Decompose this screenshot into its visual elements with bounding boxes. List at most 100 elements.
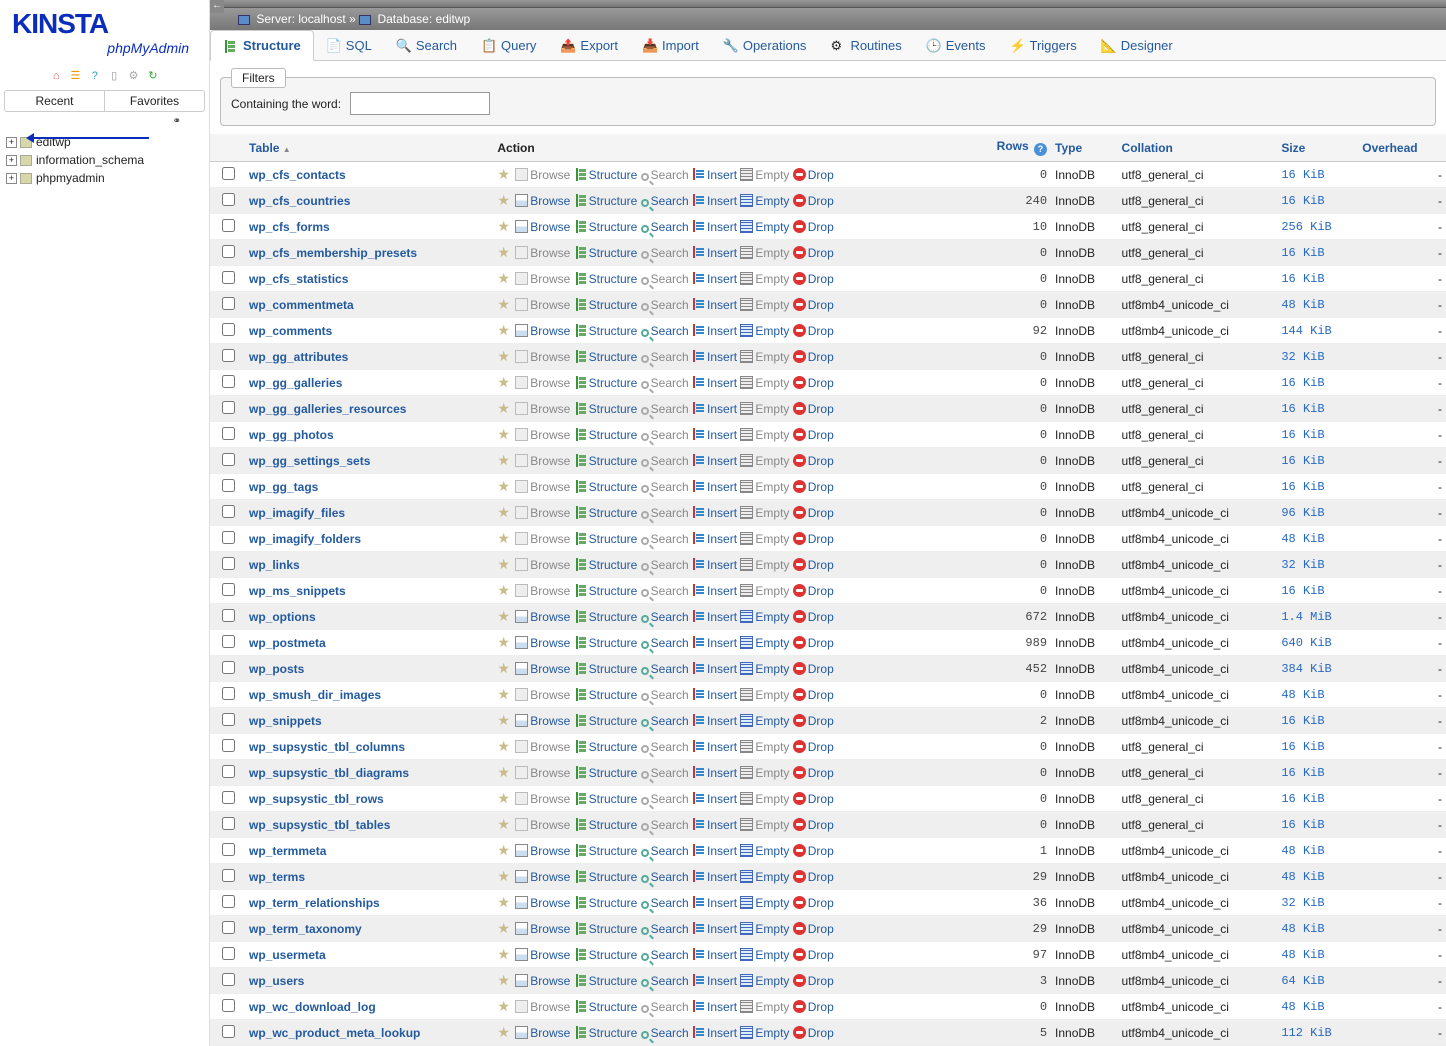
table-name-link[interactable]: wp_smush_dir_images (249, 688, 381, 702)
action-empty[interactable]: Empty (755, 454, 789, 468)
table-name-link[interactable]: wp_cfs_membership_presets (249, 246, 417, 260)
table-name-link[interactable]: wp_gg_photos (249, 428, 334, 442)
action-empty[interactable]: Empty (755, 324, 789, 338)
favorite-icon[interactable]: ★ (497, 764, 510, 780)
action-empty[interactable]: Empty (755, 636, 789, 650)
action-drop[interactable]: Drop (808, 558, 834, 572)
action-empty[interactable]: Empty (755, 402, 789, 416)
action-drop[interactable]: Drop (808, 272, 834, 286)
action-empty[interactable]: Empty (755, 506, 789, 520)
tab-operations[interactable]: 🔧Operations (711, 30, 819, 60)
info-icon[interactable]: ? (1034, 143, 1047, 156)
action-drop[interactable]: Drop (808, 480, 834, 494)
favorite-icon[interactable]: ★ (497, 582, 510, 598)
row-checkbox[interactable] (222, 895, 235, 908)
favorite-icon[interactable]: ★ (497, 504, 510, 520)
table-name-link[interactable]: wp_snippets (249, 714, 322, 728)
action-search[interactable]: Search (651, 272, 689, 286)
action-search[interactable]: Search (651, 948, 689, 962)
action-structure[interactable]: Structure (589, 350, 638, 364)
action-drop[interactable]: Drop (808, 636, 834, 650)
favorite-icon[interactable]: ★ (497, 530, 510, 546)
action-insert[interactable]: Insert (707, 610, 737, 624)
row-checkbox[interactable] (222, 661, 235, 674)
action-empty[interactable]: Empty (755, 896, 789, 910)
row-checkbox[interactable] (222, 453, 235, 466)
table-name-link[interactable]: wp_options (249, 610, 316, 624)
row-checkbox[interactable] (222, 947, 235, 960)
action-drop[interactable]: Drop (808, 1000, 834, 1014)
action-insert[interactable]: Insert (707, 480, 737, 494)
action-browse[interactable]: Browse (530, 922, 570, 936)
action-browse[interactable]: Browse (530, 246, 570, 260)
favorite-icon[interactable]: ★ (497, 426, 510, 442)
action-browse[interactable]: Browse (530, 480, 570, 494)
action-search[interactable]: Search (651, 454, 689, 468)
action-search[interactable]: Search (651, 350, 689, 364)
action-structure[interactable]: Structure (589, 818, 638, 832)
action-drop[interactable]: Drop (808, 662, 834, 676)
action-browse[interactable]: Browse (530, 194, 570, 208)
action-browse[interactable]: Browse (530, 350, 570, 364)
action-browse[interactable]: Browse (530, 896, 570, 910)
action-empty[interactable]: Empty (755, 246, 789, 260)
action-insert[interactable]: Insert (707, 272, 737, 286)
action-browse[interactable]: Browse (530, 298, 570, 312)
action-insert[interactable]: Insert (707, 1000, 737, 1014)
table-name-link[interactable]: wp_wc_download_log (249, 1000, 376, 1014)
expand-icon[interactable]: + (6, 173, 17, 184)
table-name-link[interactable]: wp_supsystic_tbl_rows (249, 792, 384, 806)
action-insert[interactable]: Insert (707, 298, 737, 312)
row-checkbox[interactable] (222, 791, 235, 804)
expand-icon[interactable]: + (6, 137, 17, 148)
action-search[interactable]: Search (651, 324, 689, 338)
row-checkbox[interactable] (222, 245, 235, 258)
action-drop[interactable]: Drop (808, 766, 834, 780)
action-structure[interactable]: Structure (589, 792, 638, 806)
tab-events[interactable]: 🕒Events (914, 30, 998, 60)
row-checkbox[interactable] (222, 505, 235, 518)
action-search[interactable]: Search (651, 844, 689, 858)
action-drop[interactable]: Drop (808, 688, 834, 702)
collapse-sidebar-button[interactable]: ← (210, 0, 224, 13)
action-search[interactable]: Search (651, 402, 689, 416)
favorite-icon[interactable]: ★ (497, 894, 510, 910)
tab-structure[interactable]: Structure (210, 30, 314, 61)
action-structure[interactable]: Structure (589, 558, 638, 572)
action-empty[interactable]: Empty (755, 740, 789, 754)
action-empty[interactable]: Empty (755, 194, 789, 208)
action-drop[interactable]: Drop (808, 454, 834, 468)
action-browse[interactable]: Browse (530, 740, 570, 754)
favorite-icon[interactable]: ★ (497, 868, 510, 884)
action-search[interactable]: Search (651, 1000, 689, 1014)
action-browse[interactable]: Browse (530, 1000, 570, 1014)
favorite-icon[interactable]: ★ (497, 790, 510, 806)
action-structure[interactable]: Structure (589, 168, 638, 182)
action-structure[interactable]: Structure (589, 636, 638, 650)
table-name-link[interactable]: wp_cfs_contacts (249, 168, 346, 182)
action-empty[interactable]: Empty (755, 350, 789, 364)
action-insert[interactable]: Insert (707, 1026, 737, 1040)
action-insert[interactable]: Insert (707, 688, 737, 702)
action-browse[interactable]: Browse (530, 1026, 570, 1040)
help-icon[interactable]: ? (88, 70, 102, 84)
action-structure[interactable]: Structure (589, 454, 638, 468)
action-search[interactable]: Search (651, 558, 689, 572)
action-drop[interactable]: Drop (808, 194, 834, 208)
action-structure[interactable]: Structure (589, 480, 638, 494)
db-item-editwp[interactable]: + editwp (0, 133, 209, 151)
row-checkbox[interactable] (222, 765, 235, 778)
table-name-link[interactable]: wp_terms (249, 870, 305, 884)
row-checkbox[interactable] (222, 609, 235, 622)
action-drop[interactable]: Drop (808, 376, 834, 390)
action-search[interactable]: Search (651, 922, 689, 936)
action-structure[interactable]: Structure (589, 662, 638, 676)
action-search[interactable]: Search (651, 246, 689, 260)
table-name-link[interactable]: wp_supsystic_tbl_columns (249, 740, 405, 754)
action-structure[interactable]: Structure (589, 376, 638, 390)
action-search[interactable]: Search (651, 766, 689, 780)
table-name-link[interactable]: wp_cfs_statistics (249, 272, 348, 286)
action-empty[interactable]: Empty (755, 714, 789, 728)
favorite-icon[interactable]: ★ (497, 920, 510, 936)
action-insert[interactable]: Insert (707, 532, 737, 546)
